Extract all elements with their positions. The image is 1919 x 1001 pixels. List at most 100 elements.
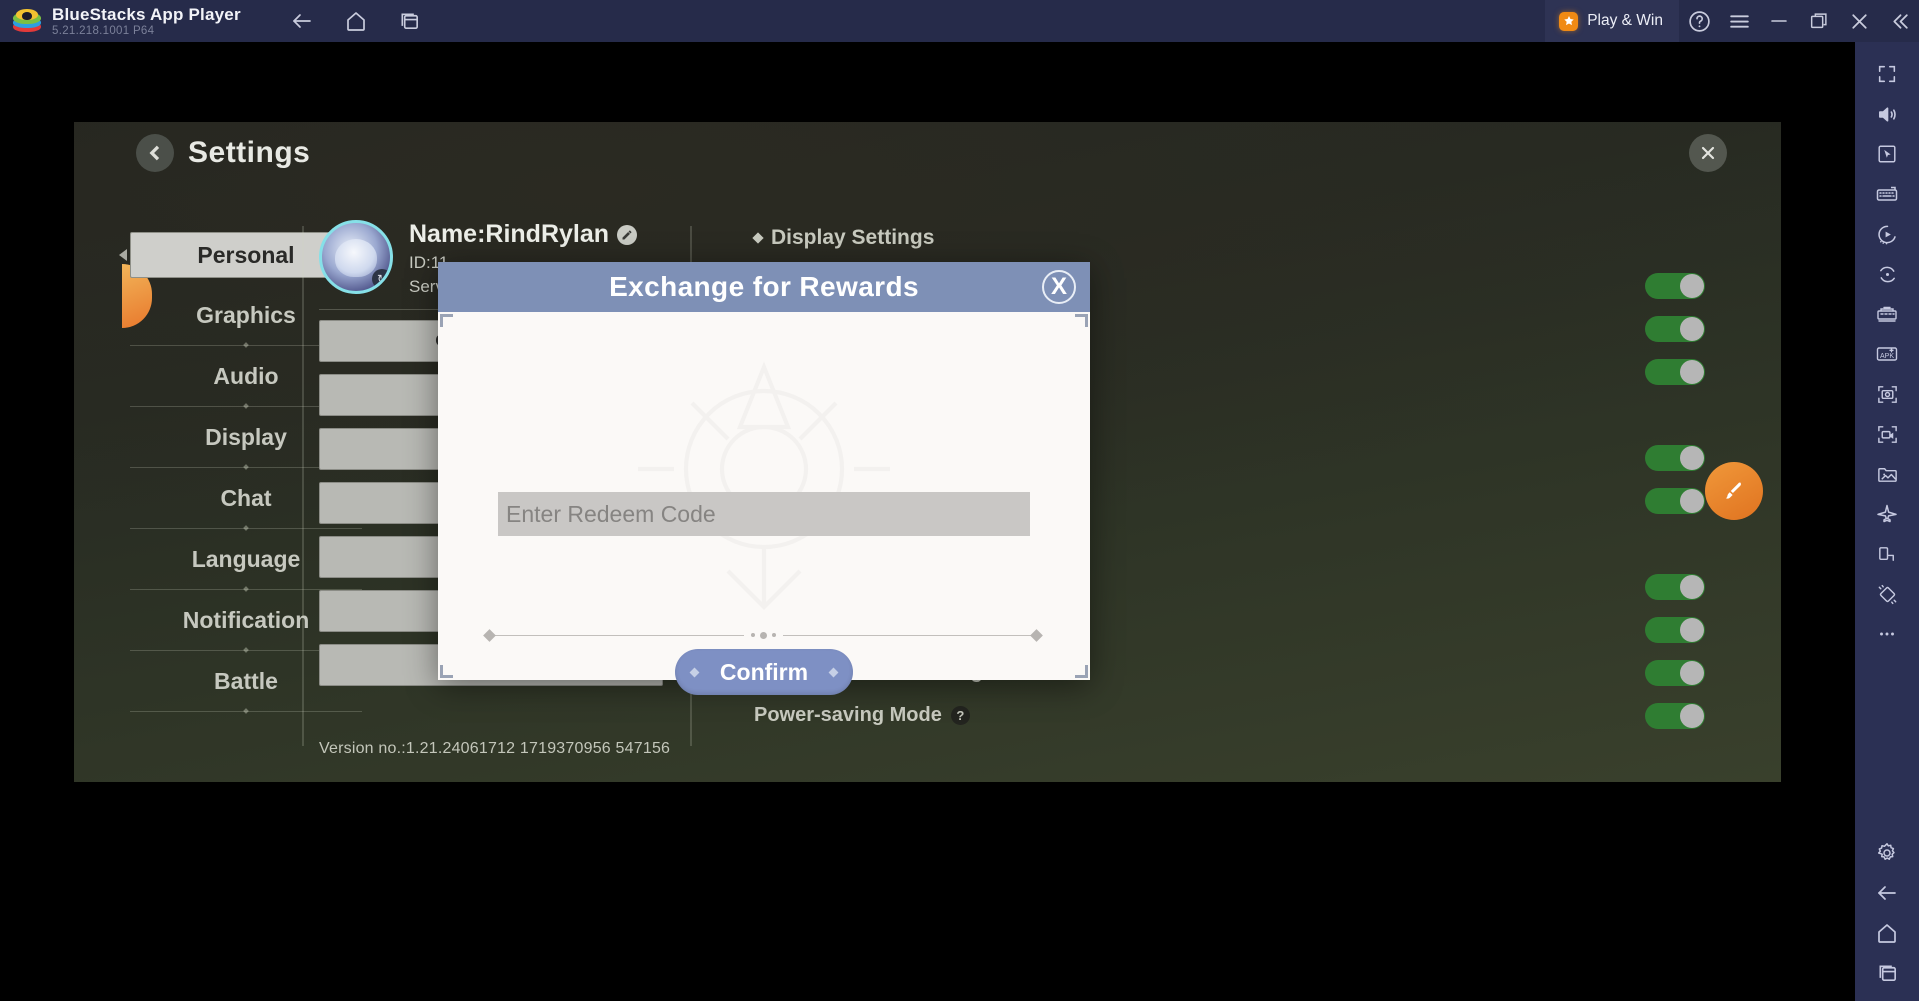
sidebar-item-label: Battle — [214, 667, 278, 694]
home-button[interactable] — [337, 4, 375, 38]
record-icon[interactable] — [1865, 414, 1909, 454]
more-icon[interactable] — [1865, 614, 1909, 654]
corner-ornament-icon — [440, 665, 453, 678]
brush-icon[interactable] — [1705, 462, 1763, 520]
sidebar-item-label: Audio — [213, 362, 279, 389]
help-button[interactable] — [1679, 0, 1719, 42]
keyboard-icon[interactable] — [1865, 174, 1909, 214]
app-title: BlueStacks App Player — [52, 4, 241, 24]
volume-icon[interactable] — [1865, 94, 1909, 134]
row-toggle[interactable] — [1645, 659, 1705, 686]
dialog-body: Confirm — [438, 312, 1090, 695]
home-icon[interactable] — [1865, 913, 1909, 953]
sidebar-item-label: Notification — [182, 606, 310, 633]
diamond-end-icon — [483, 628, 496, 642]
bluestacks-sidebar: APK — [1855, 42, 1919, 1001]
shake-icon[interactable] — [1865, 574, 1909, 614]
diamond-bullet-icon — [752, 232, 764, 244]
back-icon[interactable] — [1865, 873, 1909, 913]
row-toggle[interactable] — [1645, 616, 1705, 643]
redeem-code-input[interactable] — [498, 492, 1030, 536]
back-button[interactable] — [283, 4, 321, 38]
play-and-win-button[interactable]: Play & Win — [1545, 0, 1679, 42]
row-toggle[interactable] — [1645, 444, 1705, 471]
play-and-win-label: Play & Win — [1587, 12, 1663, 29]
row-toggle[interactable] — [1645, 358, 1705, 385]
diamond-left-icon — [689, 667, 700, 677]
avatar-refresh-icon[interactable]: ↻ — [372, 269, 390, 289]
sidebar-item-label: Chat — [220, 484, 272, 511]
row-toggle[interactable] — [1645, 487, 1705, 514]
eco-mode-icon[interactable] — [1865, 494, 1909, 534]
menu-button[interactable] — [1719, 0, 1759, 42]
row-toggle[interactable] — [1645, 702, 1705, 729]
multi-instance-manager-icon[interactable] — [1865, 294, 1909, 334]
avatar[interactable]: ↻ — [319, 220, 393, 294]
profile-name-label: Name:RindRylan — [409, 220, 610, 248]
row-toggle[interactable] — [1645, 272, 1705, 299]
page-title: Settings — [188, 136, 311, 169]
diamond-end-icon — [1030, 628, 1043, 642]
fullscreen-icon[interactable] — [1865, 54, 1909, 94]
dialog-header: Exchange for Rewards X — [438, 262, 1090, 312]
macro-icon[interactable] — [1865, 214, 1909, 254]
display-settings-title: Display Settings — [752, 226, 1711, 250]
corner-ornament-icon — [440, 314, 453, 327]
section-title-label: Display Settings — [771, 226, 935, 249]
multi-instance-button[interactable] — [391, 4, 429, 38]
titlebar-nav-group — [283, 4, 429, 38]
settings-row-power-saving-mode[interactable]: Power-saving Mode ? — [754, 694, 1711, 737]
recents-icon[interactable] — [1865, 953, 1909, 993]
confirm-button[interactable]: Confirm — [675, 649, 853, 695]
install-apk-icon[interactable]: APK — [1865, 334, 1909, 374]
app-title-group: BlueStacks App Player 5.21.218.1001 P64 — [52, 5, 241, 38]
dialog-close-icon[interactable]: X — [1042, 270, 1076, 304]
help-icon[interactable]: ? — [950, 706, 970, 725]
bluestacks-titlebar: BlueStacks App Player 5.21.218.1001 P64 … — [0, 0, 1919, 42]
diamond-right-icon — [828, 667, 839, 677]
close-settings-button[interactable] — [1689, 134, 1727, 172]
sidebar-bottom-group — [1865, 833, 1909, 1001]
row-label-text: Power-saving Mode — [754, 704, 942, 726]
row-toggle[interactable] — [1645, 315, 1705, 342]
bluestacks-logo-icon — [12, 8, 42, 34]
svg-text:APK: APK — [1880, 353, 1894, 360]
back-arrow-icon[interactable] — [136, 134, 174, 172]
corner-ornament-icon — [1075, 314, 1088, 327]
row-label: Power-saving Mode ? — [754, 704, 970, 727]
row-toggle[interactable] — [1645, 573, 1705, 600]
ornament-line — [494, 634, 744, 636]
settings-header: Settings — [136, 134, 310, 172]
profile-name: Name:RindRylan — [409, 220, 638, 249]
pencil-icon[interactable] — [617, 224, 638, 245]
app-version: 5.21.218.1001 P64 — [52, 24, 155, 37]
nav-column-divider — [302, 226, 304, 746]
close-button[interactable] — [1839, 0, 1879, 42]
watermark-emblem-icon — [638, 361, 890, 611]
ornament-dots — [744, 631, 783, 639]
collapse-sidebar-button[interactable] — [1879, 0, 1919, 42]
nav-divider — [130, 711, 362, 712]
ornament-line — [782, 634, 1032, 636]
corner-ornament-icon — [1075, 665, 1088, 678]
version-text: Version no.:1.21.24061712 1719370956 547… — [319, 740, 671, 757]
emulator-screen: Settings Personal Graphics Audio Display… — [0, 42, 1855, 1001]
cursor-icon[interactable] — [1865, 134, 1909, 174]
media-manager-icon[interactable] — [1865, 454, 1909, 494]
maximize-button[interactable] — [1799, 0, 1839, 42]
sidebar-item-label: Language — [191, 545, 301, 572]
chevron-left-icon — [119, 249, 127, 261]
sidebar-item-label: Graphics — [196, 301, 296, 328]
rotate-icon[interactable] — [1865, 534, 1909, 574]
settings-gear-icon[interactable] — [1865, 833, 1909, 873]
sidebar-item-label: Display — [205, 423, 287, 450]
reward-gem-icon — [1559, 11, 1579, 31]
sync-icon[interactable] — [1865, 254, 1909, 294]
screenshot-icon[interactable] — [1865, 374, 1909, 414]
minimize-button[interactable] — [1759, 0, 1799, 42]
exchange-for-rewards-dialog: Exchange for Rewards X Enter Redeem Code… — [438, 262, 1090, 695]
dialog-title: Exchange for Rewards — [609, 271, 919, 302]
sidebar-item-label: Personal — [197, 241, 295, 268]
confirm-button-label: Confirm — [719, 658, 809, 685]
dialog-ornament-divider — [483, 628, 1043, 642]
